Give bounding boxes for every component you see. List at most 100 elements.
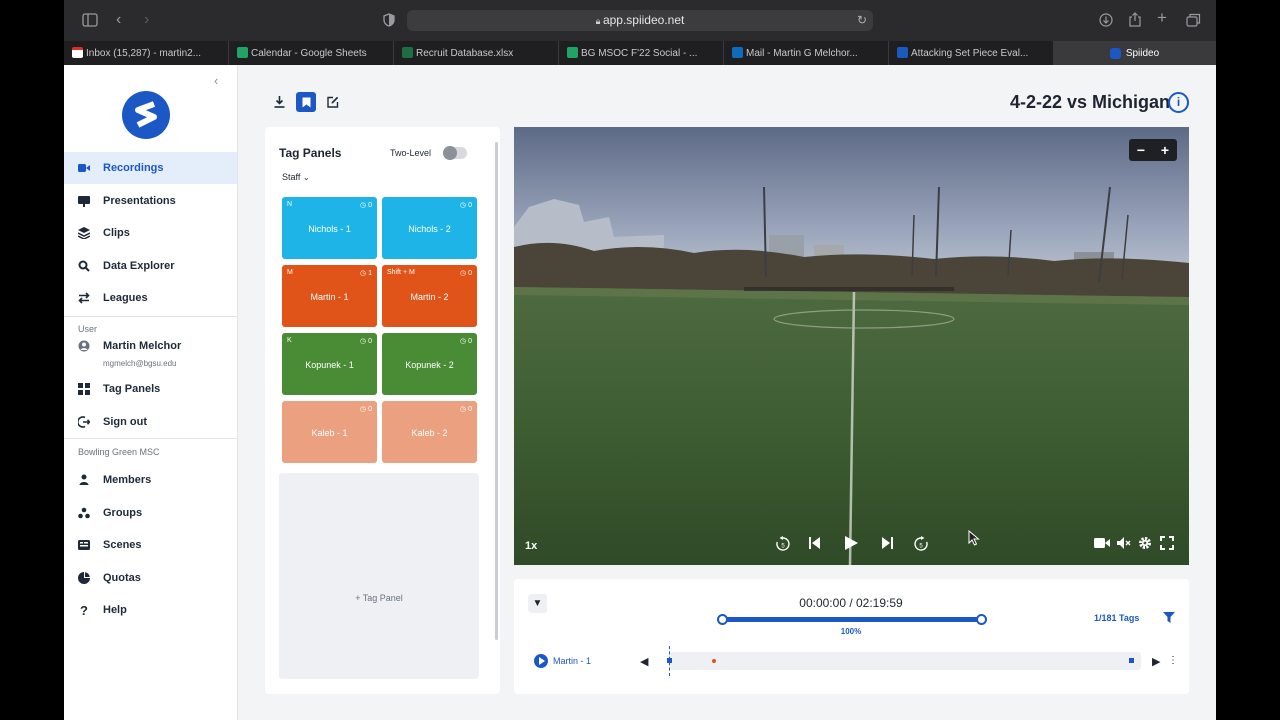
bookmark-icon	[302, 97, 310, 107]
timeline-end-marker[interactable]	[1129, 658, 1134, 663]
zoom-out-button[interactable]: −	[1137, 142, 1145, 158]
reload-icon[interactable]: ↻	[857, 13, 867, 27]
tab-title: Mail - Martin G Melchor...	[746, 47, 858, 59]
back-icon[interactable]: ‹	[116, 12, 121, 28]
clock-icon: ◷	[360, 406, 369, 413]
edit-button[interactable]	[323, 92, 343, 112]
mute-icon[interactable]	[1117, 536, 1131, 553]
add-tag-panel-button[interactable]: + Tag Panel	[279, 593, 479, 603]
app-sidebar: ‹ Recordings Presentations Clips Data Ex…	[64, 65, 238, 720]
tag-event-marker[interactable]	[712, 659, 716, 663]
tag-button-martin-2[interactable]: Shift + M ◷ 0 Martin - 2	[382, 265, 477, 327]
nav-help[interactable]: ? Help	[64, 594, 237, 626]
share-icon[interactable]	[1129, 12, 1141, 29]
tag-count-value: 0	[468, 270, 472, 277]
nav-quotas[interactable]: Quotas	[64, 562, 237, 594]
tag-panel-scrollbar[interactable]	[495, 142, 498, 640]
tag-hotkey: K	[287, 337, 292, 344]
nav-tag-panels[interactable]: Tag Panels	[64, 373, 237, 405]
play-icon[interactable]	[843, 535, 859, 554]
tag-button-kaleb-2[interactable]: ◷ 0 Kaleb - 2	[382, 401, 477, 463]
info-icon[interactable]: i	[1168, 92, 1189, 113]
lock-icon: 🔒︎	[595, 16, 603, 26]
video-camera-icon	[78, 162, 90, 174]
playback-speed[interactable]: 1x	[525, 540, 537, 552]
layers-icon	[78, 227, 90, 239]
browser-tab-spiideo[interactable]: Spiideo	[1054, 41, 1216, 65]
tag-button-martin-1[interactable]: M ◷ 1 Martin - 1	[282, 265, 377, 327]
sidebar-toggle-icon[interactable]	[82, 13, 98, 29]
tag-timeline-track[interactable]	[667, 646, 1141, 676]
fullscreen-icon[interactable]	[1160, 536, 1174, 553]
clock-icon: ◷	[360, 270, 369, 277]
url-text: app.spiideo.net	[602, 13, 685, 27]
more-options-icon[interactable]: ⋮	[1168, 655, 1178, 666]
downloads-icon[interactable]	[1099, 13, 1113, 29]
forward-5-icon[interactable]: 5	[913, 536, 929, 555]
forward-icon[interactable]: ›	[144, 12, 149, 28]
timeline-zoom-range-slider[interactable]	[717, 614, 987, 625]
rewind-5-icon[interactable]: 5	[775, 536, 791, 555]
next-tag-icon[interactable]: ▶	[1152, 655, 1160, 668]
settings-gear-icon[interactable]	[1138, 536, 1152, 553]
collapse-timeline-button[interactable]: ▼	[528, 594, 547, 613]
nav-sign-out[interactable]: Sign out	[64, 406, 237, 438]
nav-members[interactable]: Members	[64, 464, 237, 496]
clock-icon: ◷	[460, 202, 469, 209]
video-player[interactable]: − + 1x 5 5	[514, 127, 1189, 565]
tag-name: Nichols - 2	[408, 224, 451, 234]
tag-group-label: Staff	[282, 172, 301, 182]
magnifier-icon	[78, 260, 90, 272]
user-section-label: User	[78, 324, 98, 334]
nav-clips[interactable]: Clips	[64, 217, 237, 249]
browser-tab-gmail[interactable]: Inbox (15,287) - martin2...	[64, 41, 229, 65]
step-forward-icon[interactable]	[880, 536, 894, 553]
browser-tab-calendar[interactable]: Calendar - Google Sheets	[229, 41, 394, 65]
tag-count: ◷ 0	[460, 337, 472, 345]
zoom-in-button[interactable]: +	[1161, 142, 1169, 158]
tag-group-dropdown[interactable]: Staff ⌄	[282, 172, 310, 182]
nav-leagues[interactable]: Leagues	[64, 282, 237, 314]
nav-label: Quotas	[103, 572, 141, 584]
nav-presentations[interactable]: Presentations	[64, 185, 237, 217]
tag-name: Kopunek - 1	[305, 360, 354, 370]
bookmark-button[interactable]	[296, 92, 316, 112]
tag-count-value: 1	[368, 270, 372, 277]
outlook-favicon-icon	[732, 47, 743, 58]
tag-count-value: 0	[468, 406, 472, 413]
download-button[interactable]	[269, 92, 289, 112]
new-tab-icon[interactable]: +	[1157, 9, 1167, 26]
camera-view-icon[interactable]	[1094, 536, 1110, 553]
previous-tag-icon[interactable]: ◀	[640, 655, 648, 668]
tag-button-kopunek-1[interactable]: K ◷ 0 Kopunek - 1	[282, 333, 377, 395]
scenes-icon	[78, 539, 90, 551]
browser-tab-word[interactable]: Attacking Set Piece Eval...	[889, 41, 1054, 65]
chevron-left-icon[interactable]: ‹	[214, 73, 218, 88]
nav-recordings[interactable]: Recordings	[64, 152, 237, 184]
nav-data-explorer[interactable]: Data Explorer	[64, 250, 237, 282]
play-tag-button[interactable]	[534, 654, 548, 668]
two-level-toggle[interactable]	[443, 146, 467, 160]
tab-title: Calendar - Google Sheets	[251, 47, 367, 59]
tags-count[interactable]: 1/181 Tags	[1094, 613, 1139, 623]
filter-icon[interactable]	[1163, 612, 1175, 626]
tag-button-nichols-2[interactable]: ◷ 0 Nichols - 2	[382, 197, 477, 259]
question-icon: ?	[80, 602, 88, 618]
tag-button-kopunek-2[interactable]: ◷ 0 Kopunek - 2	[382, 333, 477, 395]
add-tag-panel-area[interactable]: + Tag Panel	[279, 473, 479, 679]
privacy-shield-icon[interactable]	[383, 13, 395, 29]
sidebar-divider	[64, 438, 237, 439]
browser-tab-recruit[interactable]: Recruit Database.xlsx	[394, 41, 559, 65]
step-back-icon[interactable]	[808, 536, 822, 553]
tab-overview-icon[interactable]	[1186, 13, 1201, 29]
tag-button-kaleb-1[interactable]: ◷ 0 Kaleb - 1	[282, 401, 377, 463]
browser-tab-social[interactable]: BG MSOC F'22 Social - ...	[559, 41, 724, 65]
nav-groups[interactable]: Groups	[64, 497, 237, 529]
tag-button-nichols-1[interactable]: N ◷ 0 Nichols - 1	[282, 197, 377, 259]
nav-scenes[interactable]: Scenes	[64, 529, 237, 561]
gmail-favicon-icon	[72, 47, 83, 58]
tag-name: Kopunek - 2	[405, 360, 454, 370]
spiideo-logo	[122, 91, 170, 139]
browser-tab-mail[interactable]: Mail - Martin G Melchor...	[724, 41, 889, 65]
address-bar[interactable]: 🔒︎ app.spiideo.net ↻	[407, 10, 873, 31]
